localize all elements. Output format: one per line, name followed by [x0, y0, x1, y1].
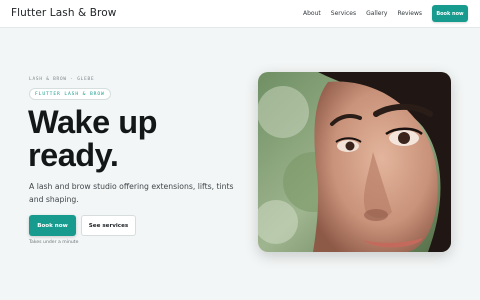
book-now-button[interactable]: Book now	[29, 215, 76, 236]
header-book-button[interactable]: Book now	[432, 5, 468, 22]
hero-chip: FLUTTER LASH & BROW	[29, 88, 111, 100]
brand-logo[interactable]: Flutter Lash & Brow	[11, 7, 116, 19]
hero-title-line-1: Wake up	[28, 104, 157, 140]
hero-photo	[258, 72, 451, 252]
nav-link-gallery[interactable]: Gallery	[366, 10, 387, 17]
nav-link-reviews[interactable]: Reviews	[397, 10, 422, 17]
hero-subtitle: A lash and brow studio offering extensio…	[29, 182, 234, 204]
nav-link-services[interactable]: Services	[331, 10, 356, 17]
see-services-button[interactable]: See services	[81, 215, 136, 236]
hero-title: Wake up ready.	[28, 106, 248, 172]
hero-photo-illustration	[258, 72, 451, 252]
booking-time-note: Takes under a minute	[29, 240, 79, 245]
hero-title-line-2: ready.	[28, 137, 119, 173]
main-nav: About Services Gallery Reviews	[303, 10, 422, 17]
site-header: Flutter Lash & Brow About Services Galle…	[0, 0, 480, 28]
nav-link-about[interactable]: About	[303, 10, 321, 17]
hero-eyebrow: LASH & BROW · GLEBE	[29, 77, 95, 82]
